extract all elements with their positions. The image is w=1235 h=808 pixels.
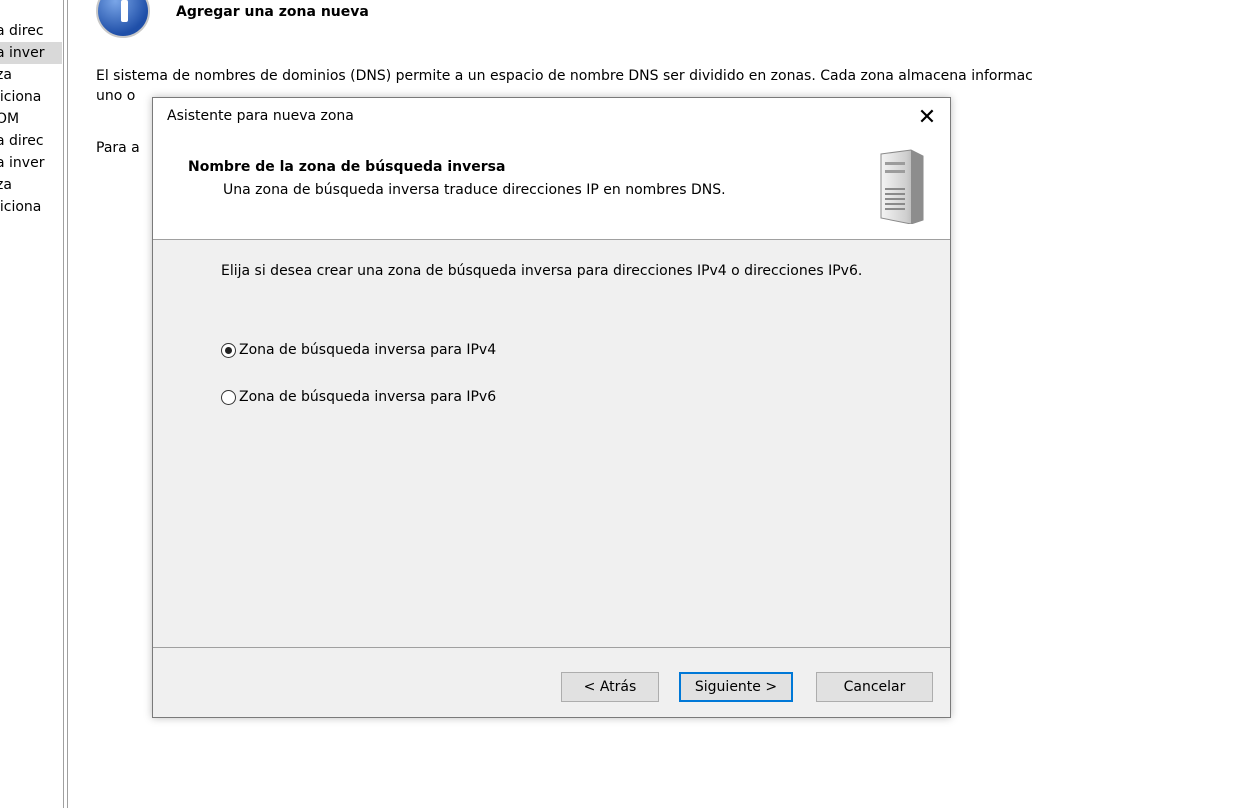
left-tree-pane: a direc a inver za licionа OM a direc a …: [0, 20, 62, 218]
radio-ipv6-option[interactable]: Zona de búsqueda inversa para IPv6: [221, 389, 496, 405]
dialog-titlebar[interactable]: Asistente para nueva zona ✕: [153, 98, 950, 136]
close-button[interactable]: ✕: [904, 98, 950, 136]
page-title: Agregar una zona nueva: [176, 4, 369, 20]
pane-splitter[interactable]: [63, 0, 64, 808]
radio-button-checked[interactable]: [221, 342, 236, 358]
instruction-text: Para a: [96, 140, 140, 156]
dialog-title: Asistente para nueva zona: [167, 108, 354, 124]
new-zone-wizard-dialog: Asistente para nueva zona ✕ Nombre de la…: [152, 97, 951, 718]
tree-item[interactable]: OM: [0, 108, 62, 130]
tree-item[interactable]: a inver: [0, 152, 62, 174]
tree-item-selected[interactable]: a inver: [0, 42, 62, 64]
tree-item[interactable]: licionа: [0, 86, 62, 108]
next-button[interactable]: Siguiente >: [679, 672, 793, 702]
back-button[interactable]: < Atrás: [561, 672, 659, 702]
wizard-header: Nombre de la zona de búsqueda inversa Un…: [153, 136, 950, 240]
pane-divider: [67, 0, 68, 808]
wizard-prompt: Elija si desea crear una zona de búsqued…: [221, 263, 863, 279]
tree-item[interactable]: a direc: [0, 130, 62, 152]
footer-divider: [153, 647, 950, 648]
tree-item[interactable]: a direc: [0, 20, 62, 42]
description-text-continued: uno o: [96, 88, 136, 104]
tree-item[interactable]: za: [0, 174, 62, 196]
tree-item[interactable]: licionа: [0, 196, 62, 218]
server-icon: [880, 149, 924, 224]
info-icon: [96, 0, 150, 38]
close-icon: ✕: [917, 104, 937, 130]
radio-button-unchecked[interactable]: [221, 389, 236, 405]
wizard-step-title: Nombre de la zona de búsqueda inversa: [188, 159, 506, 175]
wizard-step-subtitle: Una zona de búsqueda inversa traduce dir…: [223, 182, 726, 198]
tree-item[interactable]: za: [0, 64, 62, 86]
radio-ipv4-label[interactable]: Zona de búsqueda inversa para IPv4: [239, 342, 496, 358]
radio-ipv4-option[interactable]: Zona de búsqueda inversa para IPv4: [221, 342, 496, 358]
radio-ipv6-label[interactable]: Zona de búsqueda inversa para IPv6: [239, 389, 496, 405]
cancel-button[interactable]: Cancelar: [816, 672, 933, 702]
description-text: El sistema de nombres de dominios (DNS) …: [96, 68, 1033, 84]
